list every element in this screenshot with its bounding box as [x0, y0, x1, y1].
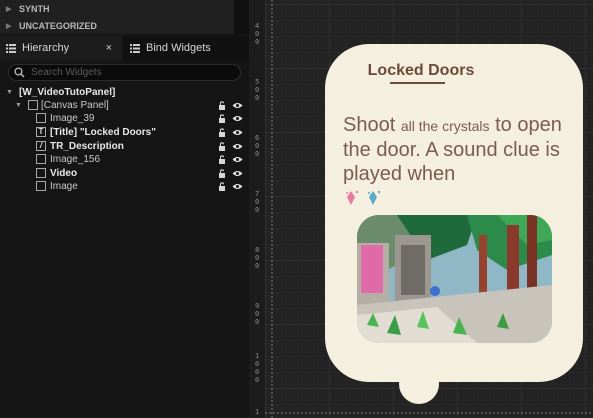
tab-hierarchy[interactable]: Hierarchy ×: [0, 36, 122, 60]
eye-icon[interactable]: [232, 102, 243, 109]
lock-icon[interactable]: [218, 128, 228, 137]
tab-label: Hierarchy: [22, 42, 70, 54]
image-icon: [36, 154, 46, 164]
rich-text-icon: /: [36, 141, 46, 151]
ruler-label: 0: [255, 206, 260, 214]
ruler-label: 0: [255, 318, 260, 326]
ruler-label: 8: [255, 246, 260, 254]
search-icon: [14, 67, 25, 78]
lock-icon[interactable]: [218, 142, 228, 151]
category-synth[interactable]: ▶ SYNTH: [0, 0, 234, 17]
image-icon: [36, 181, 46, 191]
expand-arrow-icon: ▼: [15, 102, 22, 109]
lock-icon[interactable]: [218, 101, 228, 110]
list-icon: [6, 43, 16, 53]
desc-text: Shoot: [343, 114, 396, 136]
lock-icon[interactable]: [218, 169, 228, 178]
ruler-label: 0: [255, 262, 260, 270]
tree-row-image[interactable]: Image: [0, 180, 249, 193]
tree-label: Video: [50, 168, 78, 179]
ruler-label: 0: [255, 86, 260, 94]
tab-bind-widgets[interactable]: Bind Widgets: [124, 36, 249, 60]
desc-highlight: all the crystals: [400, 118, 490, 134]
tree-label: Image_156: [50, 154, 101, 165]
lock-icon[interactable]: [218, 182, 228, 191]
tree-label: Image_39: [50, 113, 95, 124]
ruler-label: 0: [255, 376, 260, 384]
ruler-label: 0: [255, 310, 260, 318]
category-uncategorized[interactable]: ▶ UNCATEGORIZED: [0, 17, 234, 34]
ruler-label: 1: [255, 352, 260, 360]
ruler-label: 0: [255, 198, 260, 206]
ruler-label: 1: [255, 408, 260, 416]
text-block-icon: T: [36, 127, 46, 137]
panel-title[interactable]: Locked Doors: [249, 62, 593, 80]
title-underline: [390, 82, 445, 84]
image-icon: [36, 113, 46, 123]
crystal-icons: [345, 187, 389, 216]
eye-icon[interactable]: [232, 115, 243, 122]
search-input[interactable]: [31, 67, 231, 78]
tree-row-root[interactable]: ▼ [W_VideoTutoPanel]: [0, 86, 249, 99]
tree-row-title[interactable]: T [Title] "Locked Doors": [0, 126, 249, 139]
category-label: UNCATEGORIZED: [19, 20, 97, 31]
tree-row-image-39[interactable]: Image_39: [0, 112, 249, 125]
tree-label: [Title] "Locked Doors": [50, 127, 156, 138]
ruler-label: 4: [255, 22, 260, 30]
tree-row-image-156[interactable]: Image_156: [0, 153, 249, 166]
tree-row-canvas-panel[interactable]: ▼ [Canvas Panel]: [0, 99, 249, 112]
panel-description[interactable]: Shoot all the crystals to open the door.…: [343, 113, 573, 186]
ruler-label: 0: [255, 368, 260, 376]
tab-label: Bind Widgets: [146, 42, 211, 54]
ruler-label: 0: [255, 150, 260, 158]
tree-row-video[interactable]: Video: [0, 167, 249, 180]
list-icon: [130, 43, 140, 53]
ruler-label: 0: [255, 30, 260, 38]
tree-label: Image: [50, 181, 78, 192]
search-widgets-field[interactable]: [8, 64, 241, 81]
ruler-label: 7: [255, 190, 260, 198]
category-label: SYNTH: [19, 3, 50, 14]
video-frame: [357, 215, 552, 343]
tree-label: [W_VideoTutoPanel]: [19, 87, 116, 98]
video-preview[interactable]: [357, 215, 552, 343]
collapsed-arrow-icon: ▶: [6, 22, 12, 30]
palette-scrollbar[interactable]: [234, 0, 249, 34]
designer-canvas[interactable]: 4 0 0 5 0 0 6 0 0 7 0 0 8 0 0 9 0 0 1 0 …: [249, 0, 593, 418]
lock-icon[interactable]: [218, 155, 228, 164]
close-icon[interactable]: ×: [106, 42, 112, 54]
ruler-label: 0: [255, 254, 260, 262]
eye-icon[interactable]: [232, 156, 243, 163]
lock-icon[interactable]: [218, 114, 228, 123]
tree-label: [Canvas Panel]: [41, 100, 109, 111]
tab-bar: Hierarchy × Bind Widgets: [0, 36, 249, 60]
eye-icon[interactable]: [232, 170, 243, 177]
ruler-label: 9: [255, 302, 260, 310]
canvas-panel-icon: [28, 100, 38, 110]
ruler-label: 0: [255, 38, 260, 46]
expand-arrow-icon: ▼: [6, 89, 13, 96]
eye-icon[interactable]: [232, 183, 243, 190]
ruler-label: 0: [255, 94, 260, 102]
eye-icon[interactable]: [232, 143, 243, 150]
hierarchy-panel: ▶ SYNTH ▶ UNCATEGORIZED Hierarchy × Bind…: [0, 0, 249, 418]
ruler-label: 0: [255, 360, 260, 368]
tree-row-tr-description[interactable]: / TR_Description: [0, 140, 249, 153]
crystal-icon: [346, 190, 381, 205]
image-icon: [36, 168, 46, 178]
eye-icon[interactable]: [232, 129, 243, 136]
ruler-label: 0: [255, 142, 260, 150]
collapsed-arrow-icon: ▶: [6, 5, 12, 13]
ruler-label: 6: [255, 134, 260, 142]
tree-label: TR_Description: [50, 141, 124, 152]
